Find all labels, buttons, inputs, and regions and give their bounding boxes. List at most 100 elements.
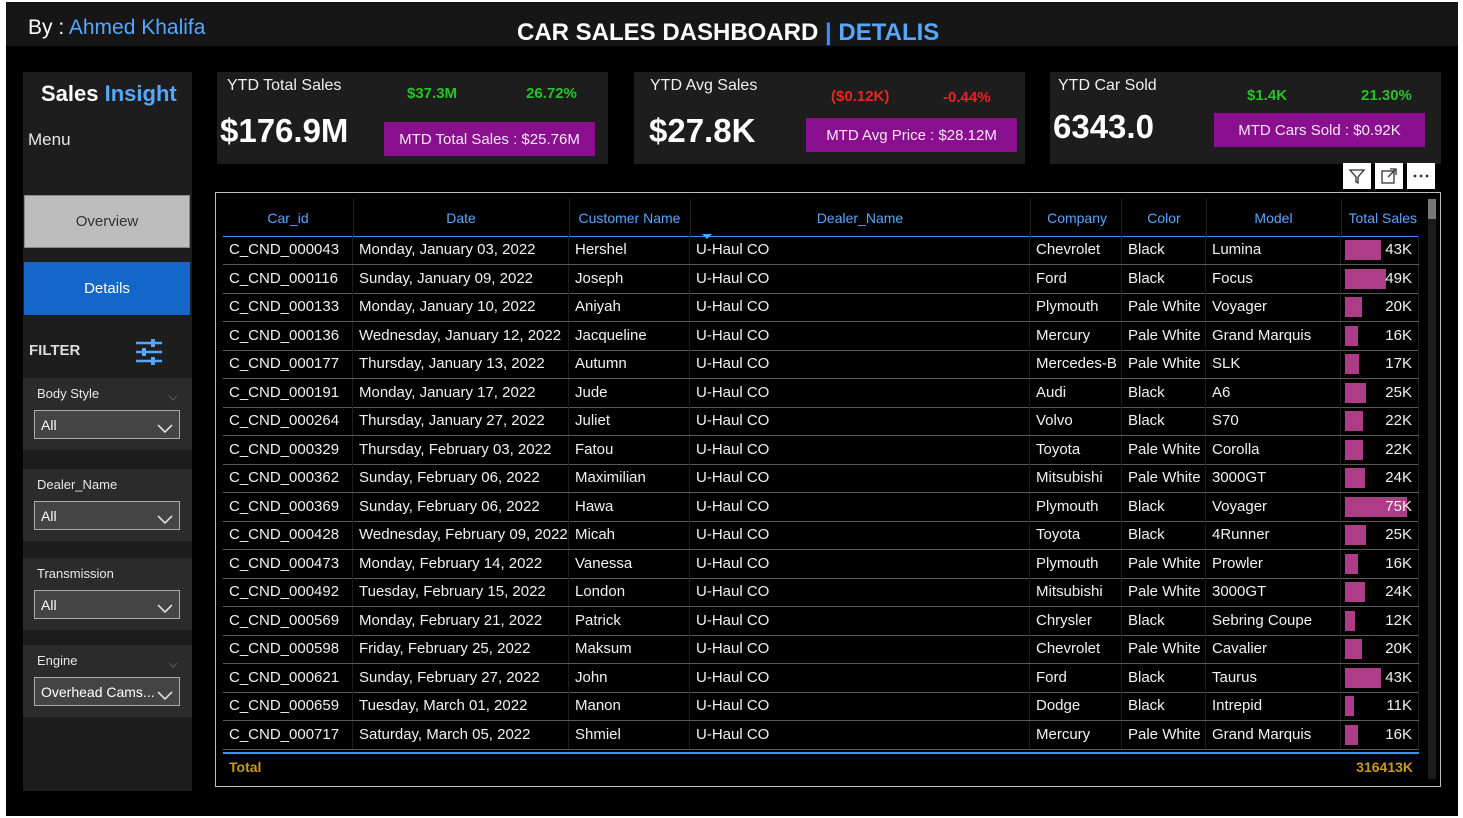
sales-value: 17K <box>1385 355 1412 372</box>
chevron-down-icon[interactable] <box>168 653 178 672</box>
slicer-label: Transmission <box>37 566 114 581</box>
cell-date: Monday, January 03, 2022 <box>353 236 569 264</box>
table-row[interactable]: C_CND_000264 Thursday, January 27, 2022 Ju… <box>223 407 1419 436</box>
sales-value: 25K <box>1385 526 1412 543</box>
cell-company: Mercury <box>1030 720 1122 749</box>
cell-car-id: C_CND_000369 <box>223 492 353 521</box>
table-row[interactable]: C_CND_000569 Monday, February 21, 2022 Pat… <box>223 606 1419 636</box>
visual-header-toolbar <box>1343 163 1435 189</box>
column-header-color[interactable]: Color <box>1122 199 1207 236</box>
filter-icon[interactable] <box>1343 163 1371 189</box>
transmission-dropdown[interactable]: All <box>34 590 180 619</box>
sales-value: 24K <box>1385 469 1412 486</box>
sales-data-bar <box>1345 354 1359 374</box>
sales-data-bar <box>1345 297 1362 317</box>
cell-customer-name: Vanessa <box>569 549 690 578</box>
cell-dealer-name: U-Haul CO <box>690 407 1030 435</box>
table-row[interactable]: C_CND_000136 Wednesday, January 12, 2022 J… <box>223 321 1419 351</box>
dealer-name-dropdown[interactable]: All <box>34 501 180 530</box>
mtd-avg-price-button[interactable]: MTD Avg Price : $28.12M <box>806 118 1017 152</box>
cell-date: Wednesday, January 12, 2022 <box>353 321 569 350</box>
cell-color: Pale White <box>1122 549 1206 578</box>
cell-total-sales: 17K <box>1341 350 1419 378</box>
cell-dealer-name: U-Haul CO <box>690 236 1030 264</box>
sales-value: 20K <box>1385 640 1412 657</box>
sales-data-bar <box>1345 639 1362 659</box>
more-options-icon[interactable] <box>1407 163 1435 189</box>
table-scrollbar[interactable] <box>1428 199 1436 779</box>
sales-data-bar <box>1345 439 1363 460</box>
filter-sliders-icon[interactable] <box>134 337 164 371</box>
cell-customer-name: Jude <box>569 378 690 407</box>
engine-dropdown[interactable]: Overhead Cams... <box>34 677 180 706</box>
cell-model: Intrepid <box>1206 692 1341 720</box>
cell-total-sales: 24K <box>1341 578 1419 606</box>
table-row[interactable]: C_CND_000659 Tuesday, March 01, 2022 Manon… <box>223 692 1419 721</box>
cell-car-id: C_CND_000043 <box>223 236 353 264</box>
table-row[interactable]: C_CND_000598 Friday, February 25, 2022 Mak… <box>223 635 1419 664</box>
sales-data-bar <box>1345 582 1365 602</box>
cell-car-id: C_CND_000569 <box>223 606 353 635</box>
table-row[interactable]: C_CND_000177 Thursday, January 13, 2022 Au… <box>223 350 1419 379</box>
chevron-down-icon[interactable] <box>168 386 178 405</box>
table-row[interactable]: C_CND_000043 Monday, January 03, 2022 Hers… <box>223 236 1419 265</box>
cell-total-sales: 16K <box>1341 321 1419 350</box>
table-row[interactable]: C_CND_000369 Sunday, February 06, 2022 Haw… <box>223 492 1419 522</box>
mtd-cars-sold-button[interactable]: MTD Cars Sold : $0.92K <box>1214 113 1425 147</box>
cell-company: Ford <box>1030 663 1122 692</box>
column-header-car-id[interactable]: Car_id <box>223 199 354 236</box>
cell-car-id: C_CND_000598 <box>223 635 353 663</box>
sales-value: 11K <box>1386 697 1412 714</box>
cell-dealer-name: U-Haul CO <box>690 692 1030 720</box>
cell-customer-name: Hawa <box>569 492 690 521</box>
column-header-total-sales[interactable]: Total Sales <box>1341 199 1419 236</box>
cell-dealer-name: U-Haul CO <box>690 521 1030 549</box>
table-row[interactable]: C_CND_000717 Saturday, March 05, 2022 Shmi… <box>223 720 1419 750</box>
column-header-company[interactable]: Company <box>1030 199 1122 236</box>
kpi-delta-percent: -0.44% <box>943 89 991 106</box>
cell-date: Monday, January 10, 2022 <box>353 293 569 321</box>
body-style-dropdown[interactable]: All <box>34 410 180 439</box>
cell-model: Prowler <box>1206 549 1341 578</box>
cell-color: Black <box>1122 407 1206 435</box>
table-row[interactable]: C_CND_000133 Monday, January 10, 2022 Aniy… <box>223 293 1419 322</box>
cell-date: Thursday, January 27, 2022 <box>353 407 569 435</box>
cell-customer-name: Shmiel <box>569 720 690 749</box>
table-row[interactable]: C_CND_000329 Thursday, February 03, 2022 F… <box>223 435 1419 465</box>
column-header-customer-name[interactable]: Customer Name <box>569 199 691 236</box>
table-row[interactable]: C_CND_000473 Monday, February 14, 2022 Van… <box>223 549 1419 579</box>
cell-color: Pale White <box>1122 350 1206 378</box>
cell-color: Black <box>1122 692 1206 720</box>
cell-total-sales: 20K <box>1341 635 1419 663</box>
nav-details-button[interactable]: Details <box>24 262 190 315</box>
table-total-row: Total 316413K <box>223 755 1419 781</box>
cell-company: Chevrolet <box>1030 635 1122 663</box>
sales-data-bar <box>1345 268 1386 289</box>
table-row[interactable]: C_CND_000362 Sunday, February 06, 2022 Max… <box>223 464 1419 493</box>
table-row[interactable]: C_CND_000116 Sunday, January 09, 2022 Jose… <box>223 264 1419 294</box>
focus-mode-icon[interactable] <box>1375 163 1403 189</box>
cell-date: Sunday, January 09, 2022 <box>353 264 569 293</box>
table-row[interactable]: C_CND_000621 Sunday, February 27, 2022 Joh… <box>223 663 1419 693</box>
slicer-body-style: Body Style All <box>23 378 192 450</box>
sales-data-bar <box>1345 696 1354 716</box>
column-header-model[interactable]: Model <box>1206 199 1342 236</box>
table-row[interactable]: C_CND_000191 Monday, January 17, 2022 Jude… <box>223 378 1419 408</box>
table-row[interactable]: C_CND_000428 Wednesday, February 09, 2022… <box>223 521 1419 550</box>
column-header-dealer-name[interactable]: Dealer_Name <box>690 199 1031 236</box>
kpi-delta-amount: ($0.12K) <box>831 88 890 105</box>
mtd-total-sales-button[interactable]: MTD Total Sales : $25.76M <box>384 122 595 156</box>
slicer-label: Engine <box>37 653 78 668</box>
title-page: DETALIS <box>838 19 940 46</box>
table-row[interactable]: C_CND_000492 Tuesday, February 15, 2022 Lo… <box>223 578 1419 607</box>
slicer-engine: Engine Overhead Cams... <box>23 645 192 717</box>
cell-color: Black <box>1122 521 1206 549</box>
cell-customer-name: Patrick <box>569 606 690 635</box>
scrollbar-thumb[interactable] <box>1428 199 1436 219</box>
page-title: CAR SALES DASHBOARD | DETALIS <box>517 19 939 47</box>
column-header-date[interactable]: Date <box>353 199 570 236</box>
nav-overview-button[interactable]: Overview <box>24 195 190 248</box>
cell-model: S70 <box>1206 407 1341 435</box>
cell-company: Plymouth <box>1030 293 1122 321</box>
cell-car-id: C_CND_000329 <box>223 435 353 464</box>
